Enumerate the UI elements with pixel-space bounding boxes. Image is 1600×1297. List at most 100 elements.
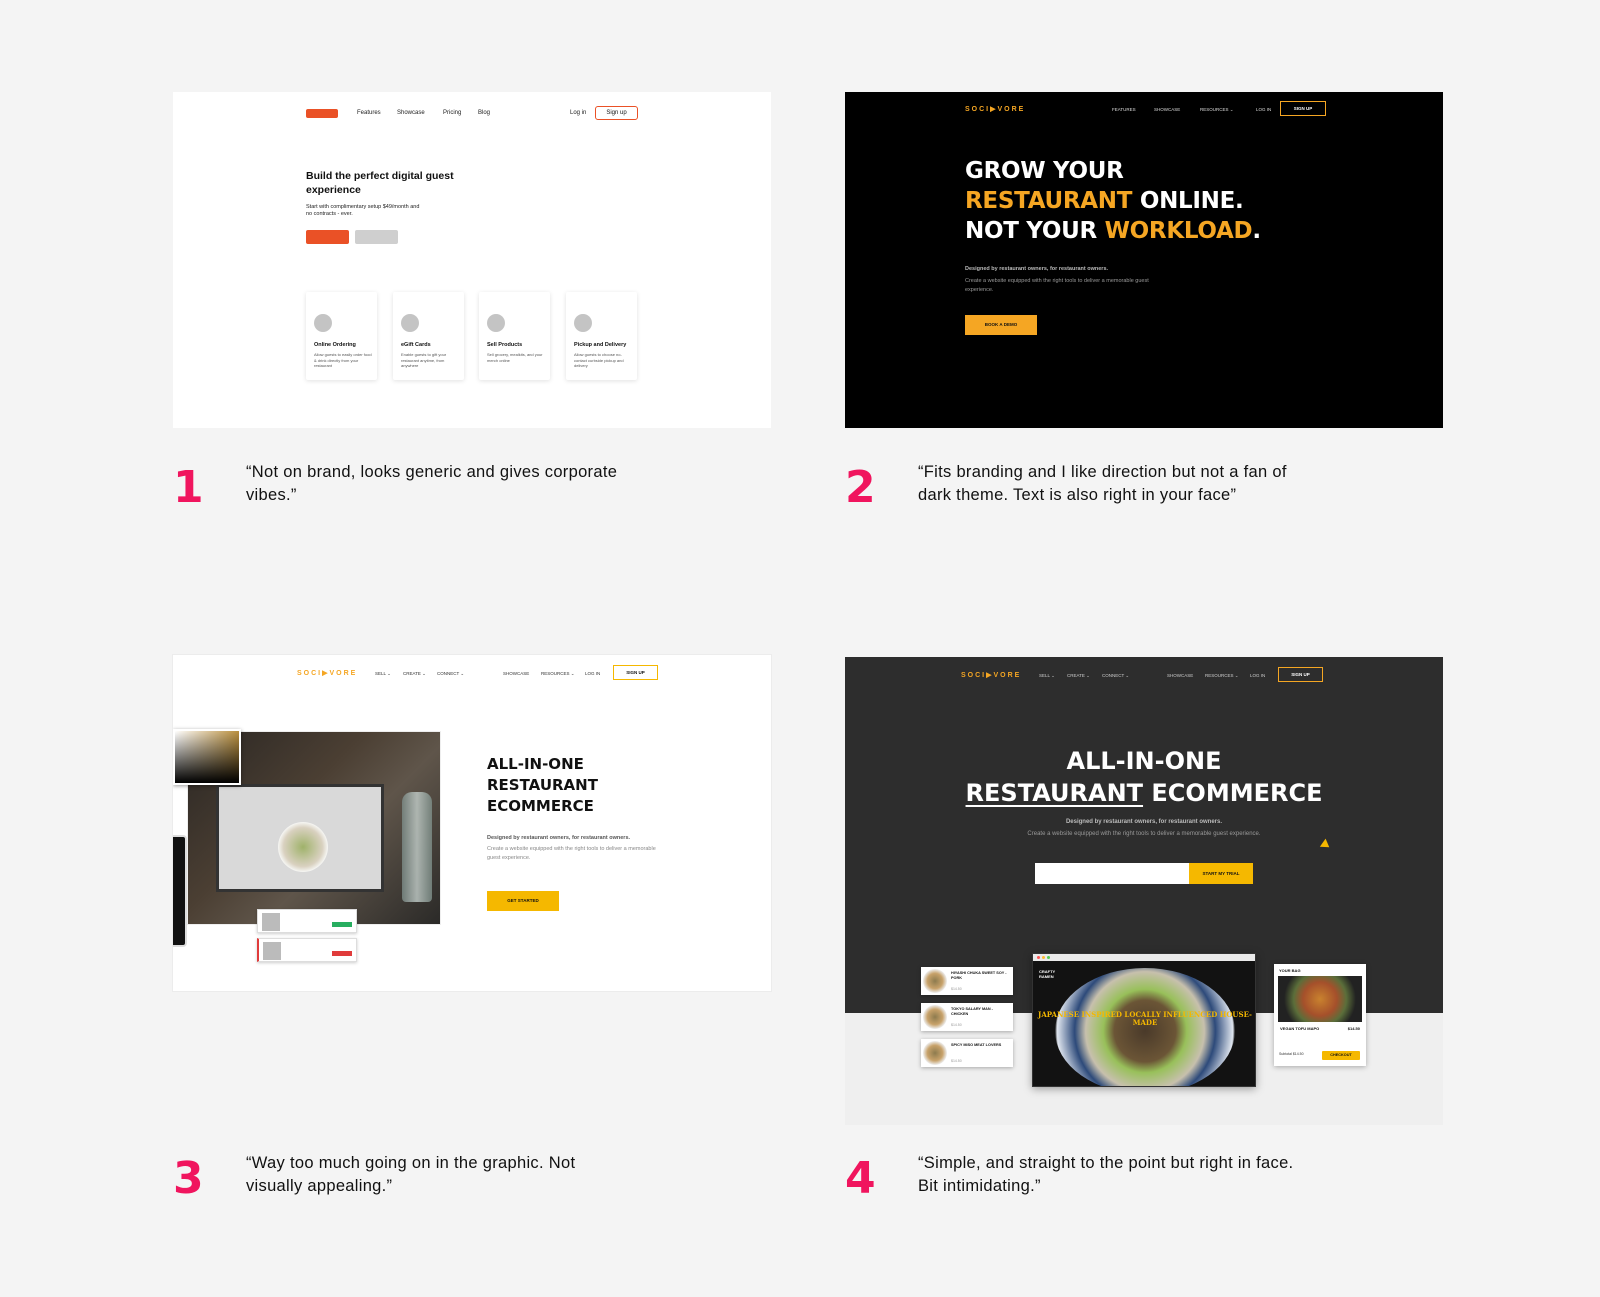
logo-placeholder[interactable] — [306, 109, 338, 118]
maximize-dot-icon — [1047, 956, 1050, 959]
feedback-quote: “Not on brand, looks generic and gives c… — [246, 463, 618, 504]
nav-blog[interactable]: Blog — [478, 110, 490, 116]
feature-title: eGift Cards — [401, 342, 431, 348]
feature-icon — [314, 314, 332, 332]
get-started-button[interactable]: GET STARTED — [487, 891, 559, 911]
nav-resources[interactable]: RESOURCES ⌄ — [1205, 673, 1239, 679]
dish-name: SPICY MISO MEAT LOVERS — [951, 1043, 1002, 1047]
dish-thumbnail — [923, 969, 947, 993]
site-tagline: JAPANESE INSPIRED LOCALLY INFLUENCED HOU… — [1038, 1010, 1252, 1027]
hero-description: Create a website equipped with the right… — [1027, 831, 1261, 837]
restaurant-site-preview: CRAFTY RAMEN JAPANESE INSPIRED LOCALLY I… — [1032, 953, 1256, 1087]
feedback-number: 4 — [845, 1153, 876, 1204]
order-card-graphic — [257, 909, 357, 933]
phone-graphic — [173, 835, 187, 947]
primary-cta-button[interactable] — [306, 230, 349, 244]
hero-headline: Build the perfect digital guest experien… — [306, 170, 454, 196]
mockup-4-screenshot: SOCI▶VORE SELL ⌄ CREATE ⌄ CONNECT ⌄ SHOW… — [845, 657, 1443, 1125]
nav-showcase[interactable]: SHOWCASE — [1167, 673, 1193, 678]
headline-line: RESTAURANT ONLINE. — [965, 186, 1261, 216]
feature-desc: Allow guests to choose no-contact curbsi… — [574, 352, 624, 368]
email-input[interactable] — [1035, 863, 1189, 884]
checkout-button[interactable]: CHECKOUT — [1322, 1051, 1360, 1060]
brand-logo[interactable]: SOCI▶VORE — [297, 669, 357, 677]
signup-button[interactable]: Sign up — [595, 106, 638, 120]
site-brand: CRAFTY RAMEN — [1039, 969, 1056, 979]
secondary-cta-button[interactable] — [355, 230, 398, 244]
food-plate-graphic — [278, 822, 328, 872]
login-link[interactable]: Log in — [570, 110, 586, 116]
brand-logo[interactable]: SOCI▶VORE — [965, 105, 1025, 113]
feature-card[interactable]: Pickup and Delivery Allow guests to choos… — [566, 292, 637, 380]
feature-title: Pickup and Delivery — [574, 342, 627, 348]
nav-connect[interactable]: CONNECT ⌄ — [1102, 673, 1129, 679]
dish-price: $14.50 — [951, 1059, 962, 1063]
nav-sell[interactable]: SELL ⌄ — [375, 671, 391, 677]
hero-headline: ALL-IN-ONE RESTAURANT ECOMMERCE — [487, 755, 598, 815]
headline-text: NOT YOUR — [965, 218, 1105, 244]
hero-subtitle: Designed by restaurant owners, for resta… — [487, 835, 631, 841]
dish-thumbnail — [923, 1005, 947, 1029]
hero-headline: ALL-IN-ONE RESTAURANT ECOMMERCE — [845, 745, 1443, 809]
nav-connect[interactable]: CONNECT ⌄ — [437, 671, 464, 677]
bag-item-name: VEGAN TOFU MAPO — [1280, 1026, 1320, 1031]
dish-price: $14.50 — [951, 987, 962, 991]
nav-create[interactable]: CREATE ⌄ — [1067, 673, 1090, 679]
feedback-quote: “Fits branding and I like direction but … — [918, 463, 1287, 504]
headline-text: ONLINE. — [1132, 188, 1244, 214]
nav-sell[interactable]: SELL ⌄ — [1039, 673, 1055, 679]
hero-description: Create a website equipped with the right… — [965, 278, 1149, 293]
headline-underlined: RESTAURANT — [965, 779, 1144, 807]
menu-item-card: SPICY MISO MEAT LOVERS $14.50 — [921, 1039, 1013, 1067]
book-demo-button[interactable]: BOOK A DEMO — [965, 315, 1037, 335]
nav-resources[interactable]: RESOURCES ⌄ — [541, 671, 575, 677]
signup-button[interactable]: SIGN UP — [1280, 101, 1326, 116]
mockup-3-screenshot: SOCI▶VORE SELL ⌄ CREATE ⌄ CONNECT ⌄ SHOW… — [173, 655, 771, 991]
order-card-graphic — [257, 938, 357, 962]
brand-logo[interactable]: SOCI▶VORE — [961, 671, 1021, 679]
nav-login[interactable]: LOG IN — [1256, 107, 1271, 112]
start-trial-button[interactable]: START MY TRIAL — [1189, 863, 1253, 884]
feedback-number: 1 — [173, 462, 204, 513]
signup-button[interactable]: SIGN UP — [1278, 667, 1323, 682]
headline-highlight: WORKLOAD — [1104, 218, 1253, 244]
nav-resources[interactable]: RESOURCES ⌄ — [1200, 107, 1234, 113]
nav-login[interactable]: LOG IN — [1250, 673, 1265, 678]
nav-login[interactable]: LOG IN — [585, 671, 600, 676]
dish-name: TOKYO SALARY MAN - CHICKEN — [951, 1007, 993, 1016]
headline-line: NOT YOUR WORKLOAD. — [965, 216, 1261, 246]
nav-showcase[interactable]: Showcase — [397, 110, 425, 116]
cursor-icon — [1319, 838, 1333, 852]
feature-title: Online Ordering — [314, 342, 356, 348]
hero-headline: GROW YOUR RESTAURANT ONLINE. NOT YOUR WO… — [965, 156, 1261, 246]
avatar-icon — [262, 913, 280, 931]
feature-card[interactable]: Online Ordering Allow guests to easily or… — [306, 292, 377, 380]
mockup-1-screenshot: Features Showcase Pricing Blog Log in Si… — [173, 92, 771, 428]
status-pill — [332, 922, 352, 927]
bag-item-price: $14.50 — [1347, 1026, 1360, 1031]
hero-subtitle: Designed by restaurant owners, for resta… — [965, 266, 1109, 272]
color-picker-graphic — [173, 729, 241, 785]
status-pill — [332, 951, 352, 956]
hero-subtitle: Designed by restaurant owners, for resta… — [1065, 819, 1223, 825]
headline-line: ALL-IN-ONE — [1066, 747, 1222, 775]
feature-card[interactable]: eGift Cards Enable guests to gift your re… — [393, 292, 464, 380]
nav-create[interactable]: CREATE ⌄ — [403, 671, 426, 677]
feature-card[interactable]: Sell Products Sell grocery, mealkits, and… — [479, 292, 550, 380]
menu-item-card: HIYASHI CHUKA SWEET SOY - PORK $14.50 — [921, 967, 1013, 995]
hero-subtext: Start with complimentary setup $49/month… — [306, 204, 420, 217]
browser-bar — [1033, 954, 1255, 961]
menu-item-card: TOKYO SALARY MAN - CHICKEN $14.50 — [921, 1003, 1013, 1031]
feature-desc: Enable guests to gift your restaurant an… — [401, 352, 447, 368]
nav-showcase[interactable]: SHOWCASE — [503, 671, 529, 676]
feature-icon — [487, 314, 505, 332]
nav-pricing[interactable]: Pricing — [443, 110, 461, 116]
signup-button[interactable]: SIGN UP — [613, 665, 658, 680]
dish-price: $14.50 — [951, 1023, 962, 1027]
bag-subtotal: Subtotal $14.50 — [1279, 1052, 1304, 1056]
nav-showcase[interactable]: SHOWCASE — [1154, 107, 1180, 112]
feature-icon — [574, 314, 592, 332]
bag-title: YOUR BAG — [1279, 968, 1301, 973]
nav-features[interactable]: FEATURES — [1112, 107, 1136, 112]
nav-features[interactable]: Features — [357, 110, 381, 116]
